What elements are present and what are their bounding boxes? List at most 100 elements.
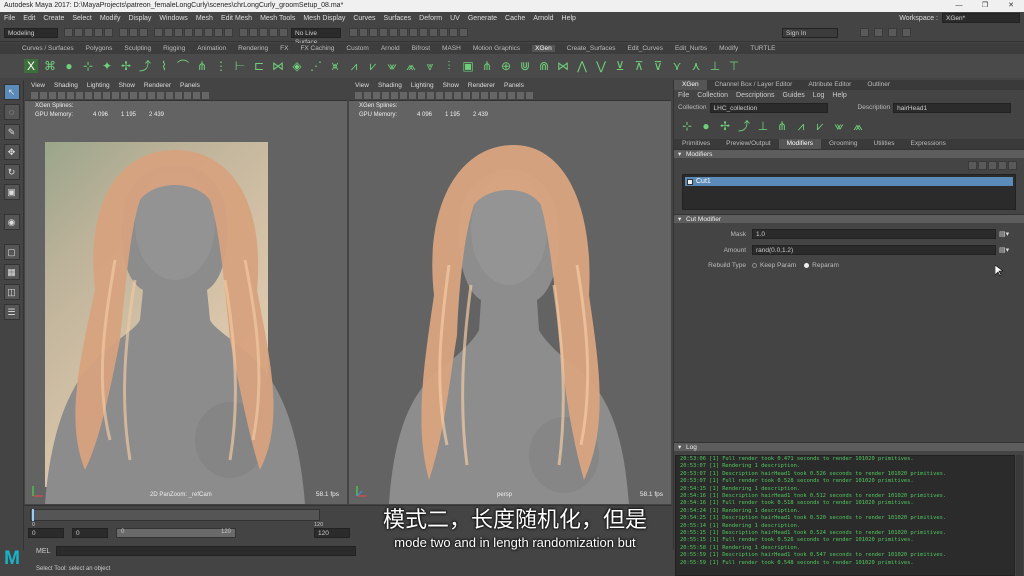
xgen-smooth-brush-icon[interactable]: ⩖ (385, 59, 399, 73)
vp-left-menu-renderer[interactable]: Renderer (144, 82, 171, 89)
xgen-rebuild-guide-icon[interactable]: ⊏ (252, 59, 266, 73)
xgen-sculpt-guide-icon[interactable]: ✦ (100, 59, 114, 73)
move-tool-icon[interactable]: ✥ (3, 144, 20, 160)
close-button[interactable]: ✕ (998, 0, 1024, 12)
create-description-icon[interactable]: ⊹ (680, 119, 694, 133)
menu-display[interactable]: Display (128, 15, 151, 22)
menu-arnold[interactable]: Arnold (533, 15, 553, 22)
xgen-utility-icon[interactable]: ⊤ (727, 59, 741, 73)
attribute-editor-toggle-icon[interactable] (874, 28, 883, 37)
xyz-field-icon[interactable] (439, 28, 448, 37)
vp-right-textured-icon[interactable] (436, 92, 443, 99)
xgen-guide-cvs-icon[interactable]: ⋮ (214, 59, 228, 73)
xgen-menu-collection[interactable]: Collection (697, 92, 728, 99)
amount-expression-icon[interactable]: ▤▾ (999, 246, 1009, 254)
rotate-tool-icon[interactable]: ↻ (3, 164, 20, 180)
select-object-icon[interactable] (129, 28, 138, 37)
guide-select-icon[interactable]: ⤴ (737, 119, 751, 133)
subtab-utilities[interactable]: Utilities (866, 139, 903, 149)
mask-dynamic-icon[interactable] (204, 28, 213, 37)
vp-right-image-plane-icon[interactable] (373, 92, 380, 99)
vp-right-gate-mask-icon[interactable] (409, 92, 416, 99)
menu-curves[interactable]: Curves (353, 15, 375, 22)
snap-curve-icon[interactable] (249, 28, 258, 37)
shelf-tab-curves-surfaces[interactable]: Curves / Surfaces (22, 45, 74, 52)
vp-right-isolate-icon[interactable] (490, 92, 497, 99)
playblast-icon[interactable] (409, 28, 418, 37)
vp-left-film-gate-icon[interactable] (67, 92, 74, 99)
shelf-tab-fx-caching[interactable]: FX Caching (300, 45, 334, 52)
mask-expression-icon[interactable]: ▤▾ (999, 230, 1009, 238)
render-settings-icon[interactable] (369, 28, 378, 37)
vp-right-film-gate-icon[interactable] (391, 92, 398, 99)
open-scene-icon[interactable] (74, 28, 83, 37)
description-dropdown[interactable]: hairHead1 (893, 102, 1012, 113)
absolute-transform-icon[interactable] (449, 28, 458, 37)
shelf-tab-modify[interactable]: Modify (719, 45, 738, 52)
shelf-tab-bifrost[interactable]: Bifrost (412, 45, 430, 52)
xgen-menu-file[interactable]: File (678, 92, 689, 99)
save-scene-icon[interactable] (84, 28, 93, 37)
vp-right-resolution-gate-icon[interactable] (400, 92, 407, 99)
xgen-wire-icon[interactable]: ⋎ (670, 59, 684, 73)
vp-right-ao-icon[interactable] (463, 92, 470, 99)
tab-channel-box[interactable]: Channel Box / Layer Editor (707, 80, 801, 90)
vp-right-aa-icon[interactable] (472, 92, 479, 99)
menu-create[interactable]: Create (43, 15, 64, 22)
vp-left-shadows-icon[interactable] (130, 92, 137, 99)
move-modifier-up-icon[interactable] (968, 160, 977, 170)
menu-generate[interactable]: Generate (468, 15, 497, 22)
channel-box-toggle-icon[interactable] (902, 28, 911, 37)
vp-right-menu-shading[interactable]: Shading (378, 82, 402, 89)
shelf-tab-turtle[interactable]: TURTLE (750, 45, 775, 52)
shelf-tab-rendering[interactable]: Rendering (238, 45, 268, 52)
xgen-clump-guide-icon[interactable]: ⋔ (195, 59, 209, 73)
vp-left-aa-icon[interactable] (148, 92, 155, 99)
shelf-tab-fx[interactable]: FX (280, 45, 288, 52)
vp-right-menu-panels[interactable]: Panels (504, 82, 524, 89)
xgen-region-icon[interactable]: ⋁ (594, 59, 608, 73)
menu-uv[interactable]: UV (450, 15, 460, 22)
xgen-menu-guides[interactable]: Guides (783, 92, 805, 99)
xgen-ptex-icon[interactable]: ⊻ (613, 59, 627, 73)
vp-left-isolate-icon[interactable] (166, 92, 173, 99)
vp-left-xray-joints-icon[interactable] (184, 92, 191, 99)
vp-left-menu-lighting[interactable]: Lighting (87, 82, 110, 89)
delete-modifier-icon[interactable] (988, 160, 997, 170)
xgen-cut-brush-icon[interactable]: ⩗ (366, 59, 380, 73)
vp-left-textured-icon[interactable] (112, 92, 119, 99)
sign-in-button[interactable]: Sign In (782, 27, 838, 38)
time-slider-playhead[interactable] (32, 509, 34, 521)
make-live-icon[interactable] (279, 28, 288, 37)
load-modifier-icon[interactable] (1008, 160, 1017, 170)
menu-cache[interactable]: Cache (505, 15, 525, 22)
mask-surface-icon[interactable] (184, 28, 193, 37)
vp-left-image-plane-icon[interactable] (49, 92, 56, 99)
vp-right-shadows-icon[interactable] (454, 92, 461, 99)
vp-right-lights-icon[interactable] (445, 92, 452, 99)
modifiers-frame-header[interactable]: Modifiers (674, 149, 1024, 159)
xgen-part-brush-icon[interactable]: ⩔ (423, 59, 437, 73)
vp-left-xray-icon[interactable] (175, 92, 182, 99)
workspace-dropdown[interactable]: XGen* (942, 13, 1020, 23)
range-start-field[interactable]: 0 (28, 528, 64, 538)
shelf-tab-custom[interactable]: Custom (346, 45, 368, 52)
xgen-convert-icon[interactable]: ⋓ (518, 59, 532, 73)
subtab-preview-output[interactable]: Preview/Output (718, 139, 778, 149)
vp-left-gate-mask-icon[interactable] (85, 92, 92, 99)
tool-settings-icon[interactable] (888, 28, 897, 37)
xgen-comb-brush-icon[interactable]: ⩘ (347, 59, 361, 73)
xgen-fx-icon[interactable]: ⋏ (689, 59, 703, 73)
vp-left-camera-icon[interactable] (31, 92, 38, 99)
menu-modify[interactable]: Modify (100, 15, 121, 22)
xgen-cache-icon[interactable]: ⋀ (575, 59, 589, 73)
range-bar[interactable]: 0 120 (116, 528, 236, 538)
shelf-tab-xgen[interactable]: XGen (532, 45, 555, 52)
shelf-tab-create-surfaces[interactable]: Create_Surfaces (567, 45, 616, 52)
snap-grid-icon[interactable] (239, 28, 248, 37)
maximize-button[interactable]: ❐ (972, 0, 998, 12)
shelf-tab-mash[interactable]: MASH (442, 45, 461, 52)
tab-attribute-editor[interactable]: Attribute Editor (800, 80, 859, 90)
xgen-create-description-icon[interactable]: ⌘ (43, 59, 57, 73)
xgen-export-icon[interactable]: ⋒ (537, 59, 551, 73)
